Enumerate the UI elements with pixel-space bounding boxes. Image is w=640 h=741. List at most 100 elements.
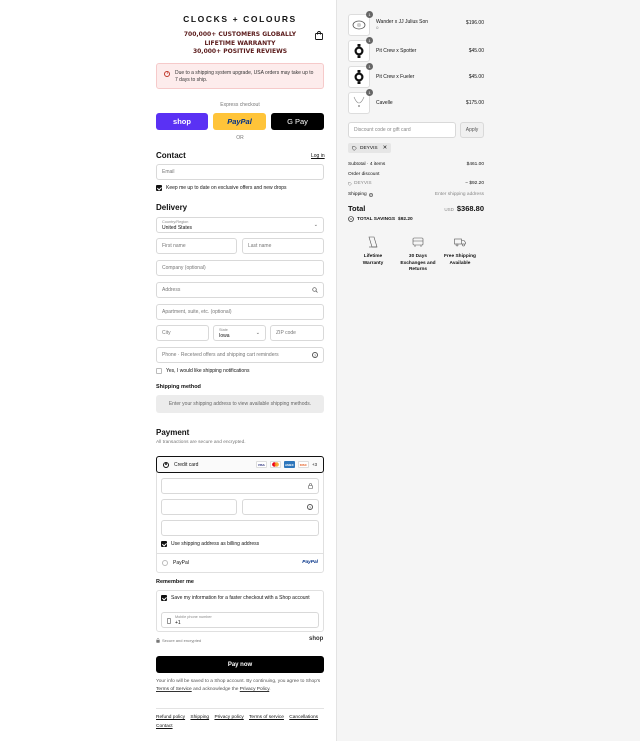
help-icon[interactable]: ? [368,192,373,197]
apply-button[interactable]: Apply [460,122,484,138]
google-pay-button[interactable]: G Pay [271,113,324,130]
zip-placeholder: ZIP code [276,330,296,336]
tag-icon [348,181,352,186]
newsletter-option[interactable]: Keep me up to date on exclusive offers a… [156,185,287,191]
discount-code-field[interactable]: Discount code or gift card [348,122,456,138]
paypal-radio[interactable] [162,559,168,566]
state-value: Iowa [219,333,230,339]
necklace-image [353,96,365,107]
credit-card-radio[interactable] [163,461,169,468]
contact-heading: Contact [156,151,186,160]
payment-heading: Payment [156,428,190,437]
phone-placeholder: Phone · Received offers and shipping car… [162,352,279,358]
watch-image [352,20,366,30]
newsletter-checkbox[interactable] [156,185,162,191]
card-number-field[interactable] [161,478,319,494]
truck-icon [454,238,466,247]
subtotal-value: $461.00 [466,162,484,167]
item-price: $175.00 [465,100,484,106]
name-on-card-field[interactable] [161,520,319,536]
shop-terms: Your info will be saved to a Shop accoun… [156,678,324,693]
delivery-heading: Delivery [156,203,188,212]
tag-icon [348,216,354,222]
footer-link-cancellations[interactable]: Cancellations [289,715,318,720]
remove-discount-icon[interactable]: ✕ [383,145,388,151]
quantity-badge: 1 [366,89,373,96]
city-placeholder: City [162,330,171,336]
currency-code: USD [444,207,454,212]
footer-link-refund[interactable]: Refund policy [156,715,185,720]
city-field[interactable]: City [156,325,209,341]
lock-icon [308,483,313,489]
phone-field[interactable]: Phone · Received offers and shipping car… [156,347,324,363]
ship-notify-option[interactable]: Yes, I would like shipping notifications [156,368,249,374]
perk-warranty: Lifetime Warranty [353,235,393,267]
brand-logo[interactable]: CLOCKS + COLOURS [156,14,324,24]
shopping-bag-icon[interactable] [315,31,323,40]
order-discount-row: Order discount [348,172,484,177]
company-field[interactable]: Company (optional) [156,260,324,276]
help-icon[interactable]: ? [312,352,318,358]
discount-placeholder: Discount code or gift card [354,127,411,133]
quantity-badge: 1 [366,63,373,70]
amex-icon: AMEX [283,461,295,468]
shipping-method-message: Enter your shipping address to view avai… [156,395,324,413]
terms-text: and acknowledge the [193,686,239,692]
checkout-main: CLOCKS + COLOURS 700,000+ Customers Glob… [0,0,336,741]
credit-card-label: Credit card [174,461,199,468]
subtotal-label: Subtotal · 4 items [348,162,386,167]
watch-image [354,44,364,58]
expiration-field[interactable] [161,499,237,515]
save-info-option[interactable]: Save my information for a faster checkou… [161,595,310,601]
pay-now-button[interactable]: Pay now [156,656,324,673]
watch-image [354,70,364,84]
express-checkout-label: Express checkout [220,102,260,108]
item-info: Cavelle [376,100,393,107]
footer-link-contact[interactable]: Contact [156,724,173,729]
visa-icon: VISA [255,461,267,468]
perk-line: Available [449,260,471,266]
last-name-field[interactable]: Last name [242,238,324,254]
country-select[interactable]: Country/Region United States ⌄ [156,217,324,233]
credit-card-option[interactable]: Credit card VISA AMEX DISC +3 [156,456,324,473]
zip-field[interactable]: ZIP code [270,325,324,341]
subtotal-row: Subtotal · 4 items $461.00 [348,162,484,167]
help-icon[interactable]: ? [307,504,313,510]
lock-icon [156,638,160,643]
footer-link-privacy[interactable]: Privacy policy [214,715,243,720]
country-value: United States [162,225,193,231]
returns-icon [412,237,424,247]
payment-subtitle: All transactions are secure and encrypte… [156,440,246,445]
privacy-policy-link[interactable]: Privacy Policy [240,687,270,692]
total-label: Total [348,204,366,213]
order-discount-label: Order discount [348,172,380,177]
tag-icon [352,145,357,151]
billing-same-option[interactable]: Use shipping address as billing address [161,541,259,547]
address-field[interactable]: Address [156,282,324,298]
billing-same-checkbox[interactable] [161,541,167,547]
discount-value: − $92.20 [465,181,484,186]
footer-link-shipping[interactable]: Shipping [190,715,209,720]
address-placeholder: Address [162,287,181,293]
chevron-down-icon: ⌄ [313,222,318,228]
save-info-checkbox[interactable] [161,595,167,601]
ship-notify-checkbox[interactable] [156,368,162,374]
paypal-button[interactable]: PayPal [213,113,266,130]
mobile-phone-field[interactable]: Mobile phone number +1 [161,612,319,628]
item-name: Cavelle [376,99,393,106]
item-variant: o [376,25,379,30]
terms-of-service-link[interactable]: Terms of Service [156,687,192,692]
shop-pay-button[interactable]: shop [156,113,208,130]
email-field[interactable]: Email [156,164,324,180]
login-link[interactable]: Log in [311,153,325,159]
apartment-field[interactable]: Apartment, suite, etc. (optional) [156,304,324,320]
state-select[interactable]: State Iowa ⌄ [213,325,266,341]
quantity-badge: 1 [366,11,373,18]
first-name-field[interactable]: First name [156,238,237,254]
footer-link-terms[interactable]: Terms of service [249,715,284,720]
search-icon [312,287,318,293]
item-name: Pit Crew x Fueler [376,73,415,80]
security-code-field[interactable]: ? [242,499,319,515]
paypal-option[interactable]: PayPal PayPal [156,553,324,571]
quantity-badge: 1 [366,37,373,44]
